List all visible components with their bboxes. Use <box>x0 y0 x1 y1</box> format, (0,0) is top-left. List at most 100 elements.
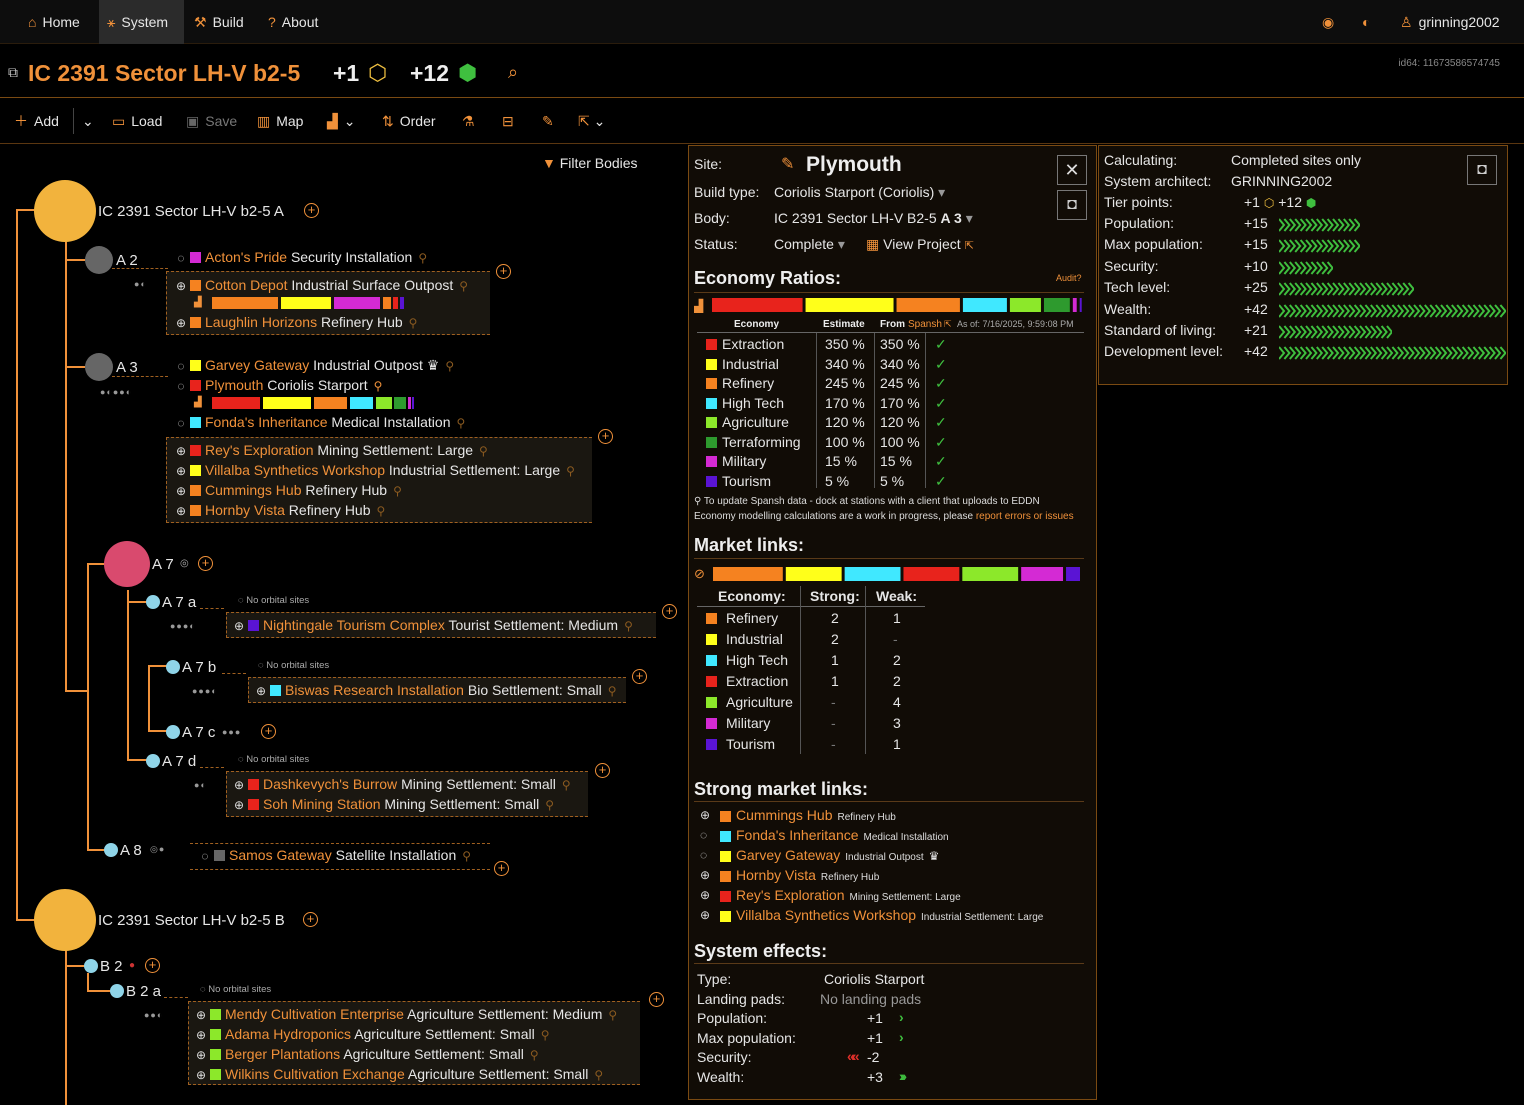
search-icon[interactable]: ⌕ <box>508 62 518 83</box>
add-site-button[interactable]: + <box>198 556 213 571</box>
pin-icon[interactable]: ⚲ <box>456 416 465 430</box>
pin-icon[interactable]: ⚲ <box>374 379 383 393</box>
site-soh-mining[interactable]: ⊕ Soh Mining Station Mining Settlement: S… <box>232 794 554 814</box>
body-b2a[interactable] <box>110 984 124 998</box>
add-site-button[interactable]: + <box>496 264 511 279</box>
pin-icon[interactable]: ⚲ <box>377 504 386 518</box>
pin-icon[interactable]: ⚲ <box>545 798 554 812</box>
site-plymouth[interactable]: ◌ Plymouth Coriolis Starport ⚲ <box>174 375 382 395</box>
pin-icon[interactable]: ⚲ <box>608 684 617 698</box>
strong-link-item[interactable]: ◌ Fonda's Inheritance Medical Installation <box>689 826 1089 846</box>
copy-icon[interactable]: ⧉ <box>8 64 18 81</box>
add-site-button[interactable]: + <box>261 724 276 739</box>
pin-icon[interactable]: ⚲ <box>462 849 471 863</box>
add-site-button[interactable]: + <box>649 992 664 1007</box>
add-site-button[interactable]: + <box>595 763 610 778</box>
pin-icon[interactable]: ⚲ <box>530 1048 539 1062</box>
flask-icon[interactable]: ⚗ <box>462 98 475 144</box>
pin-icon[interactable]: ⚲ <box>479 444 488 458</box>
site-nightingale[interactable]: ⊕ Nightingale Tourism Complex Tourist Set… <box>232 615 633 635</box>
view-project-link[interactable]: ▦ View Project ⇱ <box>866 236 974 253</box>
pin-icon[interactable]: ⚲ <box>566 464 575 478</box>
pin-icon[interactable]: ⚲ <box>445 359 454 373</box>
spansh-link[interactable]: Spansh <box>908 319 942 330</box>
nav-about[interactable]: ? About <box>268 0 318 44</box>
site-villalba[interactable]: ⊕ Villalba Synthetics Workshop Industrial… <box>174 460 575 480</box>
strong-link-item[interactable]: ⊕ Rey's Exploration Mining Settlement: Lar… <box>689 886 1089 906</box>
build-type-select[interactable]: Coriolis Starport (Coriolis) ▾ <box>774 184 945 201</box>
export-menu[interactable]: ⇱ ⌄ <box>578 98 605 144</box>
site-adama[interactable]: ⊕ Adama Hydroponics Agriculture Settlemen… <box>194 1024 550 1044</box>
pin-icon[interactable]: ⚲ <box>608 1008 617 1022</box>
add-site-button[interactable]: + <box>632 669 647 684</box>
site-berger[interactable]: ⊕ Berger Plantations Agriculture Settleme… <box>194 1044 539 1064</box>
status-select[interactable]: Complete ▾ <box>774 236 845 253</box>
add-site-button[interactable]: + <box>303 912 318 927</box>
add-site-button[interactable]: + <box>145 958 160 973</box>
strong-link-item[interactable]: ⊕ Villalba Synthetics Workshop Industrial … <box>689 906 1089 926</box>
pin-icon[interactable]: ⚲ <box>624 619 633 633</box>
body-a7b[interactable] <box>166 660 180 674</box>
strong-link-item[interactable]: ◌ Garvey Gateway Industrial Outpost ♛ <box>689 846 1089 866</box>
body-select[interactable]: IC 2391 Sector LH-V B2-5 A 3 ▾ <box>774 210 973 227</box>
add-button[interactable]: ＋ Add <box>14 98 59 144</box>
site-reys-exploration[interactable]: ⊕ Rey's Exploration Mining Settlement: La… <box>174 440 488 460</box>
chart-menu[interactable]: ▟ ⌄ <box>327 98 356 144</box>
body-a8[interactable] <box>104 843 118 857</box>
strong-link-item[interactable]: ⊕ Hornby Vista Refinery Hub <box>689 866 1089 886</box>
nav-system[interactable]: ⚹ System <box>99 0 184 44</box>
contrast-icon[interactable]: ◐ <box>1362 0 1370 44</box>
body-a7c[interactable] <box>166 725 180 739</box>
site-cotton-depot[interactable]: ⊕ Cotton Depot Industrial Surface Outpost… <box>174 275 468 295</box>
load-button[interactable]: ▭ Load <box>112 98 162 144</box>
pin-icon[interactable]: ⚲ <box>541 1028 550 1042</box>
body-b2[interactable] <box>84 959 98 973</box>
site-biswas[interactable]: ⊕ Biswas Research Installation Bio Settle… <box>254 680 617 700</box>
star-a[interactable] <box>34 180 96 242</box>
eye-icon[interactable]: ◉ <box>1322 0 1334 44</box>
site-actons-pride[interactable]: ◌ Acton's Pride Security Installation ⚲ <box>174 247 427 267</box>
camera-button[interactable]: ◘ <box>1467 155 1497 185</box>
filter-bodies-button[interactable]: ▼ Filter Bodies <box>542 155 638 171</box>
close-button[interactable]: ✕ <box>1057 155 1087 185</box>
body-a7d[interactable] <box>146 754 160 768</box>
add-dropdown[interactable]: ⌄ <box>82 98 94 144</box>
order-button[interactable]: ⇅ Order <box>382 98 436 144</box>
nav-build[interactable]: ⚒ Build <box>194 0 244 44</box>
pin-icon[interactable]: ⚲ <box>459 279 468 293</box>
body-a2[interactable] <box>85 246 113 274</box>
site-wilkins[interactable]: ⊕ Wilkins Cultivation Exchange Agricultur… <box>194 1064 603 1084</box>
site-fondas-inheritance[interactable]: ◌ Fonda's Inheritance Medical Installatio… <box>174 412 465 432</box>
pin-icon[interactable]: ⚲ <box>594 1068 603 1082</box>
add-site-button[interactable]: + <box>598 429 613 444</box>
body-a3[interactable] <box>85 353 113 381</box>
site-garvey-gateway[interactable]: ◌ Garvey Gateway Industrial Outpost ♛ ⚲ <box>174 355 454 375</box>
site-samos-gateway[interactable]: ◌ Samos Gateway Satellite Installation ⚲ <box>198 845 471 865</box>
site-mendy[interactable]: ⊕ Mendy Cultivation Enterprise Agricultur… <box>194 1004 617 1024</box>
strong-link-item[interactable]: ⊕ Cummings Hub Refinery Hub <box>689 806 1089 826</box>
pencil-icon[interactable]: ✎ <box>542 98 554 144</box>
camera-button[interactable]: ◘ <box>1057 190 1087 220</box>
pin-icon[interactable]: ⚲ <box>418 251 427 265</box>
body-a7a[interactable] <box>146 595 160 609</box>
site-laughlin-horizons[interactable]: ⊕ Laughlin Horizons Refinery Hub ⚲ <box>174 312 418 332</box>
folder-search-icon[interactable]: ⊟ <box>502 98 514 144</box>
nav-home[interactable]: ⌂ Home <box>28 0 80 44</box>
pencil-icon[interactable]: ✎ <box>781 154 794 174</box>
add-site-button[interactable]: + <box>304 203 319 218</box>
body-a7[interactable] <box>104 541 150 587</box>
add-site-button[interactable]: + <box>662 604 677 619</box>
audit-link[interactable]: Audit? <box>1056 273 1082 283</box>
pin-icon[interactable]: ⚲ <box>562 778 571 792</box>
save-button[interactable]: ▣ Save <box>186 98 237 144</box>
map-button[interactable]: ▥ Map <box>257 98 303 144</box>
pin-icon[interactable]: ⚲ <box>393 484 402 498</box>
user-menu[interactable]: ♙ grinning2002 <box>1400 0 1500 44</box>
site-dashkevych[interactable]: ⊕ Dashkevych's Burrow Mining Settlement: … <box>232 774 571 794</box>
star-b[interactable] <box>34 889 96 951</box>
site-hornby-vista[interactable]: ⊕ Hornby Vista Refinery Hub ⚲ <box>174 500 385 520</box>
report-link[interactable]: report errors or issues <box>976 511 1074 522</box>
add-site-button[interactable]: + <box>494 861 509 876</box>
pin-icon[interactable]: ⚲ <box>409 316 418 330</box>
site-cummings-hub[interactable]: ⊕ Cummings Hub Refinery Hub ⚲ <box>174 480 402 500</box>
